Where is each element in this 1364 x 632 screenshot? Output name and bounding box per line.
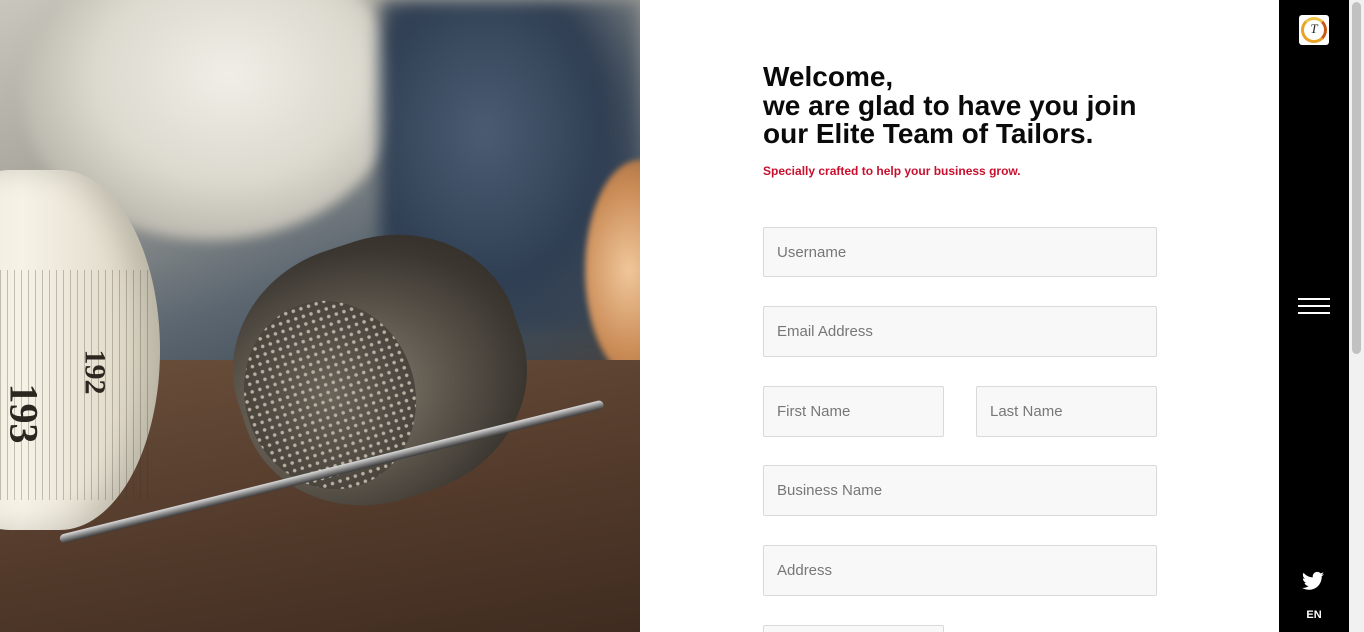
language-switcher[interactable]: EN: [1279, 609, 1349, 621]
next-field-partial[interactable]: [763, 625, 944, 632]
first-name-input[interactable]: [763, 386, 944, 437]
menu-line: [1298, 298, 1330, 300]
twitter-icon[interactable]: [1302, 571, 1324, 591]
page-title: Welcome, we are glad to have you join ou…: [763, 61, 1137, 149]
side-rail: T EN: [1279, 0, 1349, 632]
hero-photo: 193 192: [0, 0, 640, 632]
hamburger-icon[interactable]: [1298, 296, 1330, 316]
business-name-input[interactable]: [763, 465, 1157, 516]
address-input[interactable]: [763, 545, 1157, 596]
last-name-input[interactable]: [976, 386, 1157, 437]
tape-number: 193: [1, 383, 47, 444]
username-input[interactable]: [763, 227, 1157, 277]
page-scrollbar[interactable]: [1349, 0, 1364, 632]
tagline: Specially crafted to help your business …: [763, 163, 1021, 178]
scrollbar-thumb[interactable]: [1352, 2, 1361, 354]
logo-letter: T: [1310, 21, 1318, 36]
menu-line: [1298, 312, 1330, 314]
signup-intro: Welcome, we are glad to have you join ou…: [763, 61, 1157, 178]
brand-logo[interactable]: T: [1299, 15, 1329, 45]
tape-number: 192: [78, 349, 112, 395]
email-input[interactable]: [763, 306, 1157, 357]
menu-line: [1298, 305, 1330, 307]
